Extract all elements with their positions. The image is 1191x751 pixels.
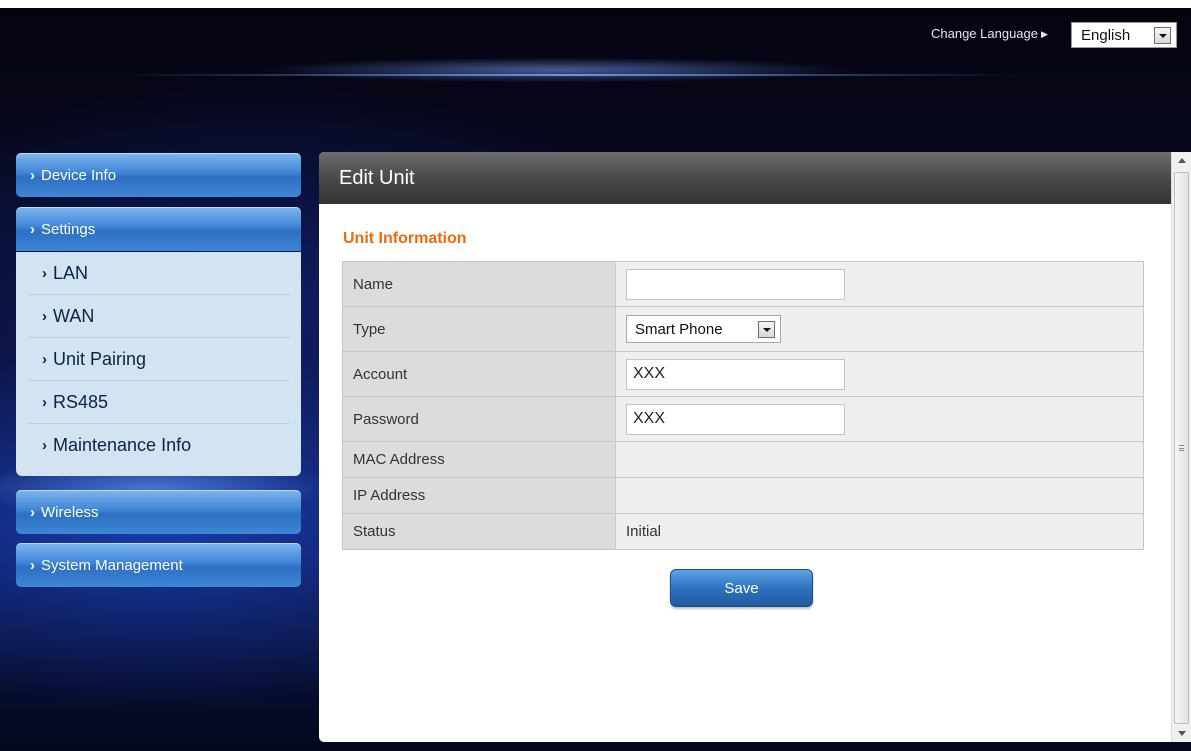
field-label: Status	[342, 513, 616, 550]
table-row-status: Status Initial	[342, 513, 1144, 550]
submenu-item-unit-pairing[interactable]: › Unit Pairing	[28, 338, 289, 381]
panel-header: Edit Unit	[319, 152, 1171, 204]
field-value-cell: XXX	[615, 351, 1144, 397]
table-row-ip: IP Address	[342, 477, 1144, 514]
submenu-item-label: RS485	[53, 391, 109, 412]
sidebar-item-settings[interactable]: › Settings	[16, 207, 301, 251]
chevron-right-icon: ›	[42, 437, 47, 454]
scrollbar-thumb[interactable]	[1174, 172, 1189, 724]
field-label: IP Address	[342, 477, 616, 514]
language-select[interactable]: English	[1071, 22, 1177, 48]
field-label: Type	[342, 306, 616, 352]
submenu-item-rs485[interactable]: › RS485	[28, 381, 289, 424]
chevron-right-icon: ›	[30, 220, 35, 238]
type-select[interactable]: Smart Phone	[626, 315, 781, 343]
sidebar-item-wireless[interactable]: › Wireless	[16, 490, 301, 534]
password-input[interactable]: XXX	[626, 403, 845, 435]
chevron-down-icon[interactable]	[1154, 26, 1171, 44]
table-row-type: Type Smart Phone	[342, 306, 1144, 352]
chevron-right-icon: ›	[42, 393, 47, 411]
table-row-password: Password XXX	[342, 396, 1144, 442]
edit-unit-panel: Edit Unit Unit Information Name Type Sma…	[319, 152, 1171, 742]
chevron-right-icon: ›	[30, 166, 35, 184]
unit-info-table: Name Type Smart Phone Account XXX Passwo…	[342, 261, 1144, 550]
table-row-account: Account XXX	[342, 351, 1144, 397]
page-title: Edit Unit	[339, 166, 415, 189]
submenu-item-maintenance-info[interactable]: › Maintenance Info	[28, 424, 289, 467]
settings-submenu: › LAN › WAN › Unit Pairing › RS485 › Mai…	[16, 252, 301, 476]
chevron-right-icon: ›	[42, 264, 47, 282]
field-label: Password	[342, 396, 616, 442]
chevron-right-icon: ›	[30, 556, 35, 574]
sidebar-item-system-management[interactable]: › System Management	[16, 543, 301, 587]
field-label: Account	[342, 351, 616, 397]
field-label: MAC Address	[342, 441, 616, 478]
chevron-down-icon[interactable]	[758, 320, 775, 338]
scroll-up-icon[interactable]	[1178, 158, 1186, 163]
submenu-item-lan[interactable]: › LAN	[28, 252, 289, 295]
sidebar-item-label: System Management	[41, 556, 183, 574]
top-strip	[0, 0, 1191, 8]
sidebar-item-device-info[interactable]: › Device Info	[16, 153, 301, 197]
change-language-label: Change Language ▶	[931, 26, 1048, 41]
field-value-cell	[615, 261, 1144, 307]
type-select-value: Smart Phone	[635, 320, 723, 338]
submenu-item-label: WAN	[53, 305, 95, 326]
ip-address-value	[615, 477, 1144, 514]
triangle-right-icon: ▶	[1041, 29, 1048, 39]
account-input[interactable]: XXX	[626, 358, 845, 390]
panel-scrollbar[interactable]	[1171, 152, 1191, 742]
submenu-item-label: Maintenance Info	[53, 435, 192, 455]
status-value: Initial	[615, 513, 1144, 550]
scroll-down-icon[interactable]	[1178, 731, 1186, 736]
change-language-text: Change Language	[931, 26, 1038, 41]
chevron-right-icon: ›	[42, 350, 47, 368]
field-value-cell: Smart Phone	[615, 306, 1144, 352]
name-input[interactable]	[626, 268, 845, 300]
grip-icon	[1179, 445, 1184, 451]
field-label: Name	[342, 261, 616, 307]
mac-address-value	[615, 441, 1144, 478]
chevron-right-icon: ›	[42, 307, 47, 325]
sidebar-item-label: Wireless	[41, 503, 99, 521]
submenu-item-label: LAN	[53, 262, 89, 283]
save-button[interactable]: Save	[670, 569, 813, 607]
submenu-item-wan[interactable]: › WAN	[28, 295, 289, 338]
table-row-name: Name	[342, 261, 1144, 307]
table-row-mac: MAC Address	[342, 441, 1144, 478]
sidebar-item-label: Device Info	[41, 166, 117, 184]
chevron-right-icon: ›	[30, 503, 35, 521]
submenu-item-label: Unit Pairing	[53, 348, 147, 369]
field-value-cell: XXX	[615, 396, 1144, 442]
sidebar-item-label: Settings	[41, 220, 96, 238]
header-light-beam	[120, 74, 1020, 76]
language-select-value: English	[1081, 26, 1131, 44]
section-title: Unit Information	[343, 230, 467, 247]
